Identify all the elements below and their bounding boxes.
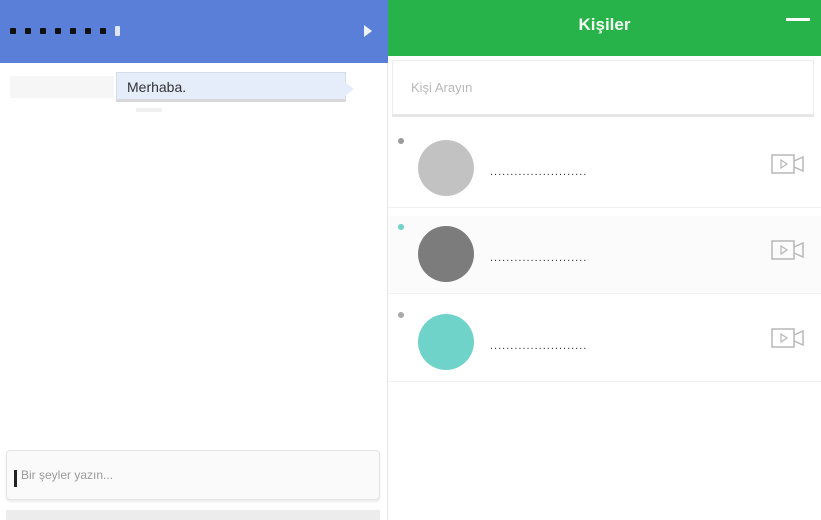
status-dot [398,224,404,230]
message-placeholder [10,76,114,98]
contact-name: ........................ [490,252,588,264]
avatar [418,314,474,370]
status-dot [398,312,404,318]
contacts-header: Kişiler [388,0,821,56]
video-call-icon[interactable] [771,240,805,260]
video-call-icon[interactable] [771,328,805,348]
message-bubble: Merhaba. [116,72,354,102]
video-call-icon[interactable] [771,154,805,174]
chat-contact-name-masked [10,26,120,36]
collapse-chat-arrow-icon[interactable] [364,25,372,37]
contacts-panel: Kişiler ........................ .......… [388,0,821,520]
status-dot [398,138,404,144]
message-timestamp [136,108,162,112]
contact-item[interactable]: ........................ [388,216,821,294]
chat-window: Merhaba. [0,0,388,520]
avatar [418,226,474,282]
contact-item[interactable]: ........................ [388,130,821,208]
minimize-icon[interactable] [786,12,810,26]
row-divider [388,293,821,294]
contact-search-input[interactable] [393,61,813,114]
row-divider [388,381,821,382]
message-composer[interactable] [6,450,380,500]
contact-search-box[interactable] [392,60,814,117]
message-input[interactable] [7,451,379,499]
contact-item[interactable]: ........................ [388,304,821,382]
contacts-title: Kişiler [578,15,631,34]
avatar [418,140,474,196]
row-divider [388,207,821,208]
message-row: Merhaba. [8,70,368,112]
composer-footer [6,510,380,520]
chat-header [0,0,388,63]
contact-name: ........................ [490,166,588,178]
contact-name: ........................ [490,340,588,352]
